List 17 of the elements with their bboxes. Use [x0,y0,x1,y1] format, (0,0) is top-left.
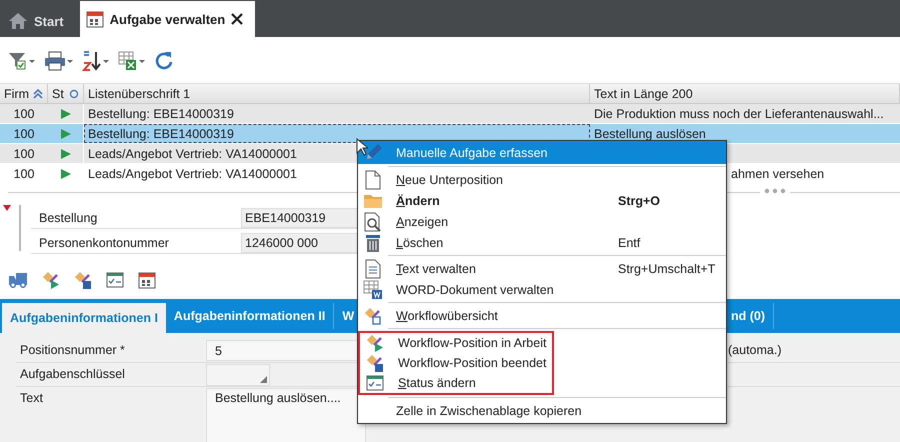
field-label: Positionsnummer * [19,342,126,357]
field-label: Bestellung [38,210,98,224]
field-label: Text [19,390,44,405]
table-cell: Leads/Angebot Vertrieb: VA14000001 [88,166,297,180]
table-cell-text: 100 [12,166,36,182]
field-label: Aufgabenschlüssel [19,366,126,381]
table-cell: Bestellung auslösen [594,126,706,140]
table-cell: Die Produktion muss noch der Lieferantenauswahl... [594,106,884,120]
table-cell: Bestellung: EBE14000319 [88,106,234,120]
table-cell-text: 100 [12,126,36,142]
field-note: (automa.) [728,343,782,357]
table-cell-text: 100 [12,106,36,122]
table-cell: Leads/Angebot Vertrieb: VA14000001 [88,146,297,160]
table-cell: Bestellung: EBE14000319 [88,126,234,140]
table-cell: ahmen versehen [731,166,824,180]
field-label: Personenkontonummer [38,236,170,250]
table-cell-text: 100 [12,146,36,162]
